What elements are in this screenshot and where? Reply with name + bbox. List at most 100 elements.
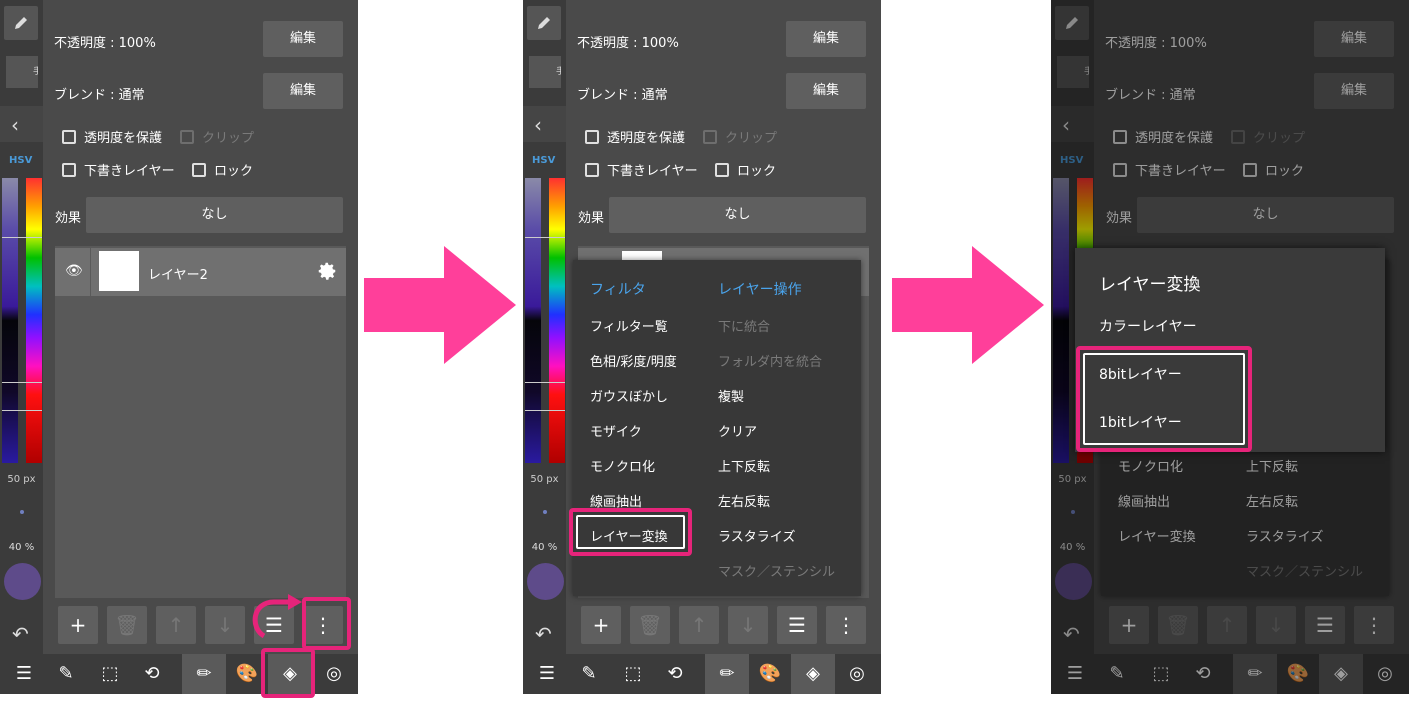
blend-label: ブレンド : 通常 bbox=[54, 88, 145, 103]
undo-button[interactable]: ↶ bbox=[523, 610, 566, 654]
draft-layer-checkbox[interactable]: 下書きレイヤー bbox=[62, 160, 175, 179]
layer-name: レイヤー2 bbox=[148, 268, 208, 283]
hand-tool-button[interactable]: 手ぶ bbox=[529, 56, 561, 88]
lock-checkbox[interactable]: ロック bbox=[715, 160, 776, 179]
effect-button[interactable]: なし bbox=[609, 197, 866, 233]
lock-checkbox[interactable]: ロック bbox=[192, 160, 253, 179]
menu-item-mosaic[interactable]: モザイク bbox=[590, 421, 642, 440]
menu-icon[interactable]: ☰ bbox=[2, 654, 46, 694]
collapse-button[interactable]: ‹ bbox=[523, 106, 566, 142]
hsv-tab[interactable]: HSV bbox=[532, 155, 555, 166]
selection-icon[interactable]: ⬚ bbox=[88, 654, 132, 694]
hue-slider[interactable] bbox=[26, 178, 42, 463]
move-down-button[interactable]: ↓ bbox=[728, 606, 768, 644]
chevron-left-icon: ‹ bbox=[11, 113, 19, 137]
palette-icon[interactable]: 🎨 bbox=[748, 654, 792, 694]
slider-marker bbox=[525, 410, 565, 411]
collapse-button[interactable]: ‹ bbox=[0, 106, 43, 142]
dialog-title: レイヤー変換 bbox=[1099, 275, 1201, 295]
highlight-layers-tab bbox=[261, 648, 315, 698]
blend-edit-button[interactable]: 編集 bbox=[263, 73, 343, 109]
saturation-slider[interactable] bbox=[525, 178, 541, 463]
menu-item-monochrome[interactable]: モノクロ化 bbox=[590, 456, 655, 475]
menu-item-mask-stencil[interactable]: マスク／ステンシル bbox=[718, 561, 835, 580]
add-layer-button[interactable]: + bbox=[581, 606, 621, 644]
opacity-label: 不透明度 : 100% bbox=[54, 36, 156, 51]
draft-layer-checkbox[interactable]: 下書きレイヤー bbox=[585, 160, 698, 179]
opacity-edit-button[interactable]: 編集 bbox=[786, 21, 866, 57]
clip-checkbox[interactable]: クリップ bbox=[180, 127, 254, 146]
layer-row[interactable]: 👁 レイヤー2 bbox=[55, 248, 346, 296]
brush-size-label: 50 px bbox=[530, 474, 559, 485]
menu-item-flip-vertical[interactable]: 上下反転 bbox=[718, 456, 770, 475]
pen-tool-button[interactable] bbox=[4, 6, 38, 40]
brush-size-label: 50 px bbox=[7, 474, 36, 485]
clip-checkbox[interactable]: クリップ bbox=[703, 127, 777, 146]
selection-icon[interactable]: ⬚ bbox=[611, 654, 655, 694]
protect-alpha-checkbox[interactable]: 透明度を保護 bbox=[62, 127, 162, 146]
move-down-button[interactable]: ↓ bbox=[205, 606, 245, 644]
layers-icon[interactable]: ◈ bbox=[791, 654, 835, 694]
gear-icon[interactable] bbox=[316, 260, 338, 282]
saturation-slider[interactable] bbox=[2, 178, 18, 463]
layer-thumbnail bbox=[99, 251, 139, 291]
effect-button[interactable]: なし bbox=[86, 197, 343, 233]
current-color-swatch[interactable] bbox=[4, 563, 41, 600]
opacity-edit-button[interactable]: 編集 bbox=[263, 21, 343, 57]
layer-list-button[interactable]: ☰ bbox=[777, 606, 817, 644]
pen-tool-button[interactable] bbox=[527, 6, 561, 40]
highlight-more-button bbox=[302, 597, 351, 650]
rotate-icon[interactable]: ⟲ bbox=[130, 654, 174, 694]
option-color-layer[interactable]: カラーレイヤー bbox=[1099, 316, 1197, 336]
brush-icon[interactable]: ✏ bbox=[705, 654, 749, 694]
layer-list: 👁 レイヤー2 bbox=[55, 246, 346, 598]
hue-slider[interactable] bbox=[549, 178, 565, 463]
add-layer-button[interactable]: + bbox=[58, 606, 98, 644]
layer-toolbar: + 🗑 ↑ ↓ ☰ ⋮ bbox=[578, 606, 869, 646]
slider-marker bbox=[2, 382, 42, 383]
brush-opacity-label: 40 % bbox=[531, 542, 558, 553]
brush-preview bbox=[20, 510, 24, 514]
blend-label: ブレンド : 通常 bbox=[577, 88, 668, 103]
layer-panel-step2: 手ぶ ‹ HSV 50 px 40 % ↶ 不透明度 : 100% 編集 ブレン… bbox=[523, 0, 881, 694]
menu-item-flip-horizontal[interactable]: 左右反転 bbox=[718, 491, 770, 510]
menu-item-gaussian-blur[interactable]: ガウスぼかし bbox=[590, 386, 668, 405]
edit-canvas-icon[interactable]: ✎ bbox=[44, 654, 88, 694]
current-color-swatch[interactable] bbox=[527, 563, 564, 600]
move-up-button[interactable]: ↑ bbox=[679, 606, 719, 644]
move-up-button[interactable]: ↑ bbox=[156, 606, 196, 644]
slider-marker bbox=[525, 237, 565, 238]
material-icon[interactable]: ◎ bbox=[312, 654, 356, 694]
menu-item-merge-folder[interactable]: フォルダ内を統合 bbox=[718, 351, 822, 370]
more-menu-button[interactable]: ⋮ bbox=[826, 606, 866, 644]
opacity-label: 不透明度 : 100% bbox=[577, 36, 679, 51]
effect-label: 効果 bbox=[578, 211, 605, 226]
undo-button[interactable]: ↶ bbox=[0, 610, 43, 654]
delete-layer-button[interactable]: 🗑 bbox=[630, 606, 670, 644]
hand-tool-button[interactable]: 手ぶ bbox=[6, 56, 38, 88]
brush-opacity-label: 40 % bbox=[8, 542, 35, 553]
brush-preview bbox=[543, 510, 547, 514]
rotate-icon[interactable]: ⟲ bbox=[653, 654, 697, 694]
menu-item-clear[interactable]: クリア bbox=[718, 421, 757, 440]
menu-icon[interactable]: ☰ bbox=[525, 654, 569, 694]
pencil-icon bbox=[15, 17, 27, 29]
protect-alpha-checkbox[interactable]: 透明度を保護 bbox=[585, 127, 685, 146]
hsv-tab[interactable]: HSV bbox=[9, 155, 32, 166]
chevron-left-icon: ‹ bbox=[534, 113, 542, 137]
eye-icon[interactable]: 👁 bbox=[65, 263, 83, 279]
material-icon[interactable]: ◎ bbox=[835, 654, 879, 694]
brush-icon[interactable]: ✏ bbox=[182, 654, 226, 694]
delete-layer-button[interactable]: 🗑 bbox=[107, 606, 147, 644]
edit-canvas-icon[interactable]: ✎ bbox=[567, 654, 611, 694]
layer-ops-header: レイヤー操作 bbox=[718, 282, 802, 298]
menu-item-filter-list[interactable]: フィルター覧 bbox=[590, 316, 668, 335]
slider-marker bbox=[525, 382, 565, 383]
menu-item-rasterize[interactable]: ラスタライズ bbox=[718, 526, 795, 545]
menu-item-hue-saturation[interactable]: 色相/彩度/明度 bbox=[590, 351, 677, 370]
blend-edit-button[interactable]: 編集 bbox=[786, 73, 866, 109]
menu-item-duplicate[interactable]: 複製 bbox=[718, 386, 744, 405]
slider-marker bbox=[2, 410, 42, 411]
menu-item-merge-down[interactable]: 下に統合 bbox=[718, 316, 770, 335]
slider-marker bbox=[2, 237, 42, 238]
